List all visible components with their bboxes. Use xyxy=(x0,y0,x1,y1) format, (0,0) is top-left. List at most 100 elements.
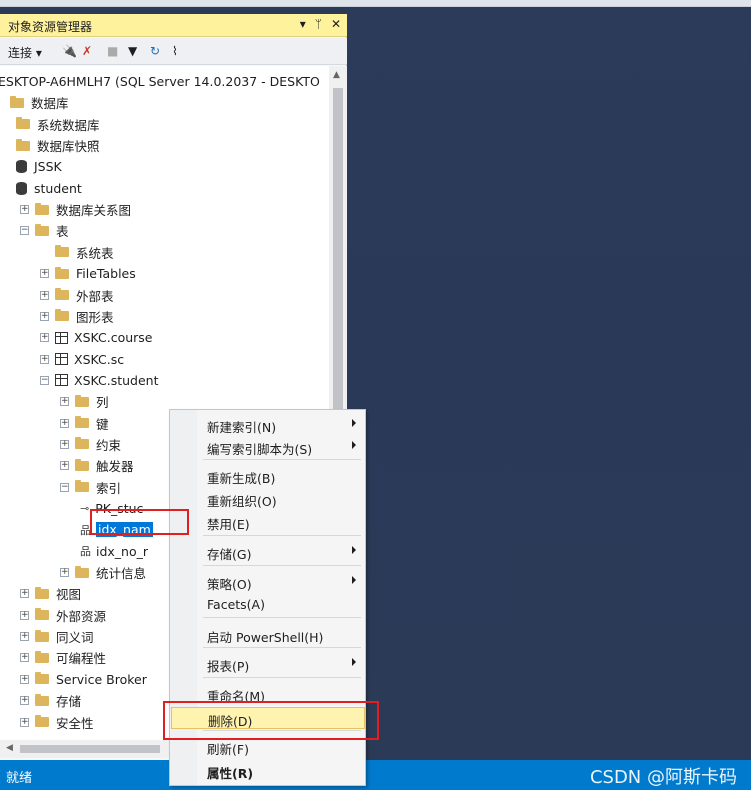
tree-node[interactable]: + 约束 xyxy=(60,434,121,455)
menu-item[interactable]: Facets(A) xyxy=(171,594,365,616)
refresh-icon[interactable]: ↻ xyxy=(150,44,160,58)
tree-node[interactable]: + 外部资源 xyxy=(20,605,106,626)
menu-item[interactable]: 新建索引(N) xyxy=(171,414,365,436)
expand-icon[interactable]: + xyxy=(20,632,29,642)
menu-item-label: 报表(P) xyxy=(207,659,250,674)
expand-icon[interactable]: + xyxy=(40,333,49,343)
expand-icon[interactable]: + xyxy=(40,311,49,321)
tree-node-label: idx_no_r xyxy=(96,543,149,559)
expand-icon[interactable]: + xyxy=(60,568,69,578)
index-icon: 品 xyxy=(80,545,91,559)
tree-node[interactable]: + 触发器 xyxy=(60,455,134,476)
menu-item[interactable]: 启动 PowerShell(H) xyxy=(171,624,365,646)
tree-node[interactable]: + 统计信息 xyxy=(60,562,146,583)
tree-node-label: JSSK xyxy=(34,159,62,175)
stop-icon[interactable]: ■ xyxy=(107,44,118,58)
expand-icon[interactable]: + xyxy=(60,418,69,428)
expand-icon[interactable]: + xyxy=(20,653,29,663)
tree-node[interactable]: + 数据库关系图 xyxy=(20,199,131,220)
tree-node[interactable]: − 索引 xyxy=(60,477,121,498)
tree-node[interactable]: student xyxy=(16,178,82,199)
tree-node[interactable]: 品 idx_no_r xyxy=(80,541,148,562)
tree-node[interactable]: JSSK xyxy=(16,156,62,177)
tree-node[interactable]: + 键 xyxy=(60,413,109,434)
collapse-icon[interactable]: − xyxy=(40,375,49,385)
menu-separator xyxy=(203,647,361,648)
menu-separator xyxy=(203,565,361,566)
tree-node-label: 图形表 xyxy=(76,309,114,325)
window-position-icon[interactable]: ▾ xyxy=(300,17,306,31)
expand-icon[interactable]: + xyxy=(40,290,49,300)
tree-node-label: XSKC.sc xyxy=(74,351,125,367)
submenu-arrow-icon xyxy=(352,546,356,554)
hscroll-thumb[interactable] xyxy=(20,745,160,753)
tree-node-label: XSKC.student xyxy=(74,372,159,388)
menu-item[interactable]: 策略(O) xyxy=(171,571,365,593)
plug-icon[interactable]: 🔌 xyxy=(62,44,77,58)
tree-node[interactable]: + Service Broker xyxy=(20,669,147,690)
tree-node[interactable]: + XSKC.sc xyxy=(40,349,124,370)
tree-node[interactable]: + 安全性 xyxy=(20,712,94,733)
expand-icon[interactable]: + xyxy=(40,354,49,364)
menu-item[interactable]: 编写索引脚本为(S) xyxy=(171,436,365,458)
expand-icon[interactable]: + xyxy=(20,717,29,727)
expand-icon[interactable]: + xyxy=(20,589,29,599)
tree-node[interactable]: − 表 xyxy=(20,220,69,241)
tree-node[interactable]: + 图形表 xyxy=(40,306,114,327)
menu-item[interactable]: 重新生成(B) xyxy=(171,465,365,487)
tree-node[interactable]: ESKTOP-A6HMLH7 (SQL Server 14.0.2037 - D… xyxy=(0,71,320,92)
connect-button[interactable]: 连接 ▾ xyxy=(8,44,42,61)
expand-icon[interactable]: + xyxy=(20,610,29,620)
tree-node-label: FileTables xyxy=(76,266,136,282)
expand-icon[interactable]: + xyxy=(60,439,69,449)
expand-icon[interactable]: + xyxy=(60,397,69,407)
folder-icon xyxy=(75,480,89,493)
folder-icon xyxy=(35,693,49,706)
expand-icon[interactable]: + xyxy=(20,696,29,706)
tree-node[interactable]: + XSKC.course xyxy=(40,327,153,348)
tree-node[interactable]: + 存储 xyxy=(20,690,81,711)
tree-node-label: 系统数据库 xyxy=(37,117,100,133)
tree-node[interactable]: − XSKC.student xyxy=(40,370,159,391)
folder-icon xyxy=(35,672,49,685)
collapse-icon[interactable]: − xyxy=(60,482,69,492)
tree-node-label: 约束 xyxy=(96,437,122,453)
close-icon[interactable]: ✕ xyxy=(331,17,341,31)
folder-icon xyxy=(35,650,49,663)
folder-icon xyxy=(35,202,49,215)
tree-node[interactable]: + FileTables xyxy=(40,263,136,284)
tree-node[interactable]: + 同义词 xyxy=(20,626,94,647)
scroll-left-icon[interactable]: ◀ xyxy=(6,743,13,753)
expand-icon[interactable]: + xyxy=(40,269,49,279)
tree-node[interactable]: + 外部表 xyxy=(40,285,114,306)
tree-node[interactable]: 系统表 xyxy=(40,242,114,263)
tree-node-label: Service Broker xyxy=(56,671,147,687)
tree-node[interactable]: + 可编程性 xyxy=(20,647,106,668)
database-icon xyxy=(16,160,27,174)
expand-icon[interactable]: + xyxy=(60,461,69,471)
explorer-toolbar: 连接 ▾ 🔌 ✗ ■ ▼ ↻ ⌇ xyxy=(0,38,347,65)
menu-item[interactable]: 属性(R) xyxy=(171,760,365,782)
status-bar: 就绪 CSDN @阿斯卡码 xyxy=(0,760,751,790)
menu-item-label: 策略(O) xyxy=(207,577,252,592)
tree-node[interactable]: 数据库 xyxy=(10,92,69,113)
tree-node[interactable]: + 列 xyxy=(60,391,109,412)
expand-icon[interactable]: + xyxy=(20,205,29,215)
tree-node[interactable]: 数据库快照 xyxy=(16,135,100,156)
tree-node-label: 触发器 xyxy=(96,459,134,475)
menu-item[interactable]: 禁用(E) xyxy=(171,511,365,533)
expand-icon[interactable]: + xyxy=(20,674,29,684)
collapse-icon[interactable]: − xyxy=(20,226,29,236)
filter-icon[interactable]: ▼ xyxy=(128,44,137,58)
tree-node[interactable]: + 视图 xyxy=(20,583,81,604)
tree-node[interactable]: 系统数据库 xyxy=(16,114,100,135)
menu-item[interactable]: 存储(G) xyxy=(171,541,365,563)
folder-icon xyxy=(35,715,49,727)
scroll-up-icon[interactable]: ▲ xyxy=(333,70,340,80)
activity-icon[interactable]: ⌇ xyxy=(172,44,178,58)
pin-icon[interactable]: ᛘ xyxy=(315,17,322,31)
menu-item[interactable]: 报表(P) xyxy=(171,653,365,675)
table-icon xyxy=(55,374,68,387)
disconnect-icon[interactable]: ✗ xyxy=(82,44,92,58)
menu-item[interactable]: 重新组织(O) xyxy=(171,488,365,510)
